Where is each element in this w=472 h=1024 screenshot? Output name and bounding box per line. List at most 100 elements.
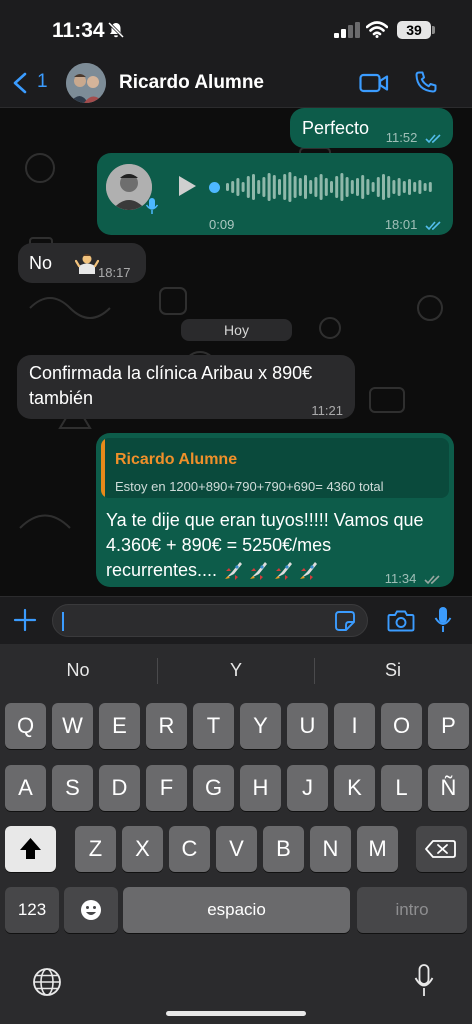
- voice-waveform[interactable]: [226, 171, 436, 203]
- message-text: No: [29, 253, 53, 273]
- backspace-key[interactable]: [416, 826, 467, 872]
- key-h[interactable]: H: [240, 765, 281, 811]
- quoted-message[interactable]: Ricardo Alumne Estoy en 1200+890+790+790…: [101, 438, 449, 498]
- key-m[interactable]: M: [357, 826, 398, 872]
- return-key[interactable]: intro: [357, 887, 467, 933]
- waveform-bar: [392, 180, 396, 194]
- rocket-icon: [225, 562, 243, 581]
- message-outgoing[interactable]: Perfecto 11:52: [290, 108, 453, 148]
- waveform-bar: [304, 175, 307, 199]
- key-j[interactable]: J: [287, 765, 328, 811]
- wifi-icon: [366, 21, 388, 38]
- key-f[interactable]: F: [146, 765, 187, 811]
- waveform-bar: [236, 178, 240, 196]
- phone-call-icon[interactable]: [414, 70, 438, 94]
- read-ticks-icon: [425, 221, 441, 231]
- keyboard: No Y Si QWERTYUIOP ASDFGHJKLÑ ZXCVBNM 12…: [0, 644, 472, 1024]
- playback-position-dot[interactable]: [209, 182, 220, 193]
- key-u[interactable]: U: [287, 703, 328, 749]
- key-n[interactable]: N: [310, 826, 351, 872]
- key-d[interactable]: D: [99, 765, 140, 811]
- key-ñ[interactable]: Ñ: [428, 765, 469, 811]
- key-z[interactable]: Z: [75, 826, 116, 872]
- rocket-icon: [250, 562, 268, 581]
- emoji-key[interactable]: [64, 887, 118, 933]
- waveform-bar: [366, 179, 370, 195]
- waveform-bar: [408, 179, 411, 195]
- backspace-icon: [425, 840, 456, 858]
- suggestion-1[interactable]: No: [0, 660, 156, 681]
- voice-message-outgoing[interactable]: 0:09 18:01: [97, 153, 453, 235]
- read-ticks-icon: [425, 134, 441, 144]
- waveform-bar: [340, 173, 344, 201]
- shift-key[interactable]: [5, 826, 56, 872]
- waveform-bar: [330, 181, 333, 193]
- camera-icon[interactable]: [387, 609, 415, 632]
- numbers-key[interactable]: 123: [5, 887, 59, 933]
- key-v[interactable]: V: [216, 826, 257, 872]
- waveform-bar: [350, 180, 354, 194]
- home-indicator[interactable]: [166, 1011, 306, 1016]
- chat-header: 1 Ricardo Alumne: [0, 58, 472, 108]
- rocket-emojis-icon: [225, 562, 318, 581]
- key-q[interactable]: Q: [5, 703, 46, 749]
- key-x[interactable]: X: [122, 826, 163, 872]
- waveform-bar: [231, 181, 235, 193]
- key-c[interactable]: C: [169, 826, 210, 872]
- waveform-bar: [283, 174, 287, 200]
- emoji-smiley-icon: [81, 900, 101, 920]
- dictation-microphone-icon[interactable]: [414, 964, 434, 998]
- waveform-bar: [241, 182, 245, 192]
- key-y[interactable]: Y: [240, 703, 281, 749]
- key-r[interactable]: R: [146, 703, 187, 749]
- waveform-bar: [345, 177, 349, 197]
- message-incoming[interactable]: No 18:17: [18, 243, 146, 283]
- waveform-bar: [319, 174, 323, 200]
- sticker-icon[interactable]: [334, 610, 356, 632]
- voice-duration: 0:09: [209, 217, 235, 232]
- message-incoming[interactable]: Confirmada la clínica Aribau x 890€ tamb…: [17, 355, 355, 419]
- contact-name[interactable]: Ricardo Alumne: [119, 72, 264, 94]
- contact-avatar[interactable]: [66, 63, 106, 103]
- waveform-bar: [335, 176, 339, 198]
- message-outgoing-reply[interactable]: Ricardo Alumne Estoy en 1200+890+790+790…: [96, 433, 454, 587]
- key-i[interactable]: I: [334, 703, 375, 749]
- suggestion-3[interactable]: Si: [315, 660, 471, 681]
- key-e[interactable]: E: [99, 703, 140, 749]
- microphone-icon[interactable]: [434, 606, 452, 634]
- suggestion-2[interactable]: Y: [158, 660, 314, 681]
- key-w[interactable]: W: [52, 703, 93, 749]
- date-separator: Hoy: [181, 319, 292, 341]
- battery-tip: [432, 26, 435, 34]
- waveform-bar: [418, 180, 422, 194]
- key-b[interactable]: B: [263, 826, 304, 872]
- waveform-bar: [324, 178, 328, 196]
- key-a[interactable]: A: [5, 765, 46, 811]
- waveform-bar: [361, 175, 365, 199]
- message-time: 18:01: [384, 217, 418, 232]
- message-input[interactable]: [52, 604, 368, 637]
- key-s[interactable]: S: [52, 765, 93, 811]
- globe-icon[interactable]: [32, 967, 62, 997]
- text-caret: [62, 612, 64, 631]
- key-g[interactable]: G: [193, 765, 234, 811]
- key-p[interactable]: P: [428, 703, 469, 749]
- play-icon[interactable]: [176, 174, 198, 198]
- video-call-icon[interactable]: [359, 72, 389, 94]
- space-key[interactable]: espacio: [123, 887, 350, 933]
- back-chevron-icon[interactable]: [12, 72, 28, 94]
- waveform-bar: [423, 183, 427, 191]
- key-t[interactable]: T: [193, 703, 234, 749]
- rocket-icon: [300, 562, 318, 581]
- waveform-bar: [257, 180, 261, 194]
- attach-plus-icon[interactable]: [13, 608, 37, 632]
- waveform-bar: [382, 174, 385, 200]
- key-k[interactable]: K: [334, 765, 375, 811]
- delivered-ticks-icon: [424, 575, 440, 585]
- waveform-bar: [309, 180, 313, 194]
- bell-muted-icon: [107, 21, 125, 39]
- back-unread-count[interactable]: 1: [37, 71, 48, 93]
- key-l[interactable]: L: [381, 765, 422, 811]
- key-o[interactable]: O: [381, 703, 422, 749]
- chat-area[interactable]: Perfecto 11:52 0:09 18:01 No 18:17 Hoy C…: [0, 108, 472, 596]
